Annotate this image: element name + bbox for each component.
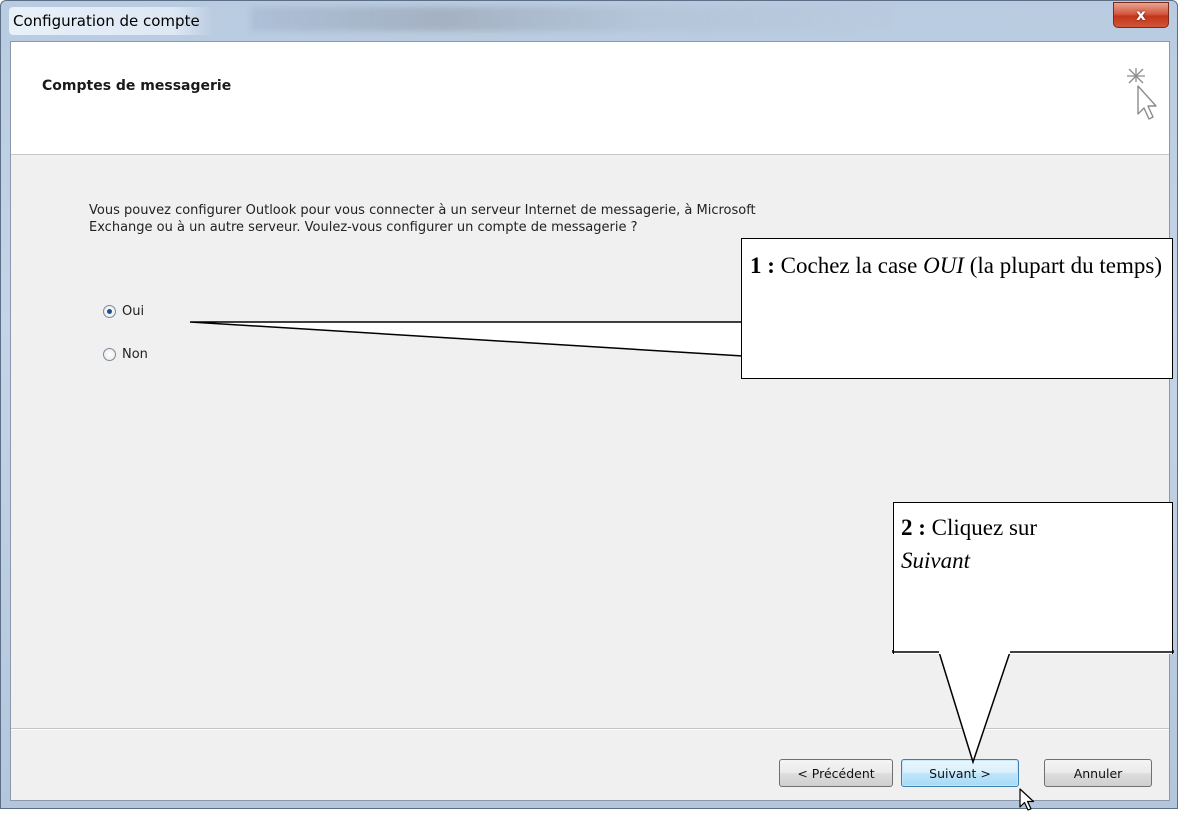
callout1-number: 1 : [750,253,775,278]
callout2-emphasis: Suivant [901,548,970,573]
radio-oui-button[interactable] [103,305,116,318]
dialog-window: Configuration de compte x Comptes de mes… [0,0,1178,811]
radio-non-button[interactable] [103,348,116,361]
page-title: Comptes de messagerie [42,78,232,94]
description-text: Vous pouvez configurer Outlook pour vous… [89,203,756,235]
callout1-text-after: (la plupart du temps) [963,253,1162,278]
radio-oui[interactable]: Oui [103,304,144,319]
mouse-cursor-icon [1019,788,1035,811]
next-button[interactable]: Suivant > [901,759,1019,787]
close-button[interactable]: x [1113,2,1169,28]
radio-non-label[interactable]: Non [122,347,148,362]
annotation-callout-1: 1 : Cochez la case OUI (la plupart du te… [741,238,1173,379]
wizard-body: Comptes de messagerie Vous pouvez config… [10,41,1170,811]
title-bar-background-blur [251,7,891,31]
cancel-button[interactable]: Annuler [1044,759,1152,787]
radio-non[interactable]: Non [103,347,148,362]
window-title: Configuration de compte [9,7,214,35]
annotation-callout-2: 2 : Cliquez sur Suivant [893,502,1173,654]
wizard-header: Comptes de messagerie [11,42,1169,155]
radio-oui-label[interactable]: Oui [122,304,144,319]
back-button[interactable]: < Précédent [779,759,893,787]
title-bar[interactable]: Configuration de compte x [1,1,1177,41]
footer-divider [11,728,1169,730]
callout1-text-before: Cochez la case [774,253,924,278]
callout1-emphasis: OUI [923,253,964,278]
close-icon: x [1136,6,1146,24]
callout2-text-before: Cliquez sur [925,515,1038,540]
callout2-number: 2 : [901,515,926,540]
wizard-cursor-sparkle-icon [1127,68,1157,120]
